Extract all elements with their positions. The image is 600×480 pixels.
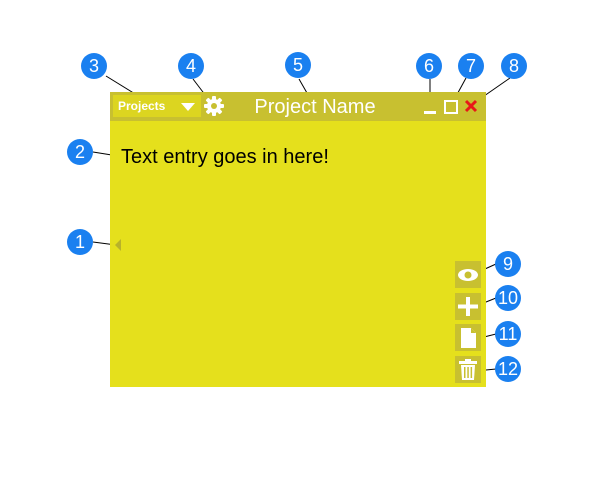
projects-label: Projects bbox=[118, 99, 166, 113]
maximize-icon bbox=[444, 100, 458, 114]
maximize-button[interactable] bbox=[443, 99, 458, 114]
gear-icon[interactable] bbox=[204, 96, 224, 116]
callout-10: 10 bbox=[495, 285, 521, 311]
title-bar[interactable]: Projects Project Name bbox=[110, 92, 486, 121]
collapse-arrow-icon[interactable] bbox=[115, 239, 121, 251]
callout-2: 2 bbox=[67, 139, 93, 165]
callout-8: 8 bbox=[501, 53, 527, 79]
trash-icon bbox=[459, 359, 477, 380]
add-button[interactable] bbox=[455, 293, 481, 320]
document-icon bbox=[461, 328, 476, 348]
callout-7: 7 bbox=[458, 53, 484, 79]
close-button[interactable] bbox=[462, 97, 480, 115]
minimize-icon bbox=[424, 111, 436, 114]
callout-5: 5 bbox=[285, 52, 311, 78]
callout-1: 1 bbox=[67, 229, 93, 255]
close-icon bbox=[464, 99, 478, 113]
text-entry-area[interactable]: Text entry goes in here! bbox=[121, 144, 461, 170]
callout-9: 9 bbox=[495, 251, 521, 277]
eye-icon bbox=[458, 269, 478, 281]
view-button[interactable] bbox=[455, 261, 481, 288]
minimize-button[interactable] bbox=[422, 98, 438, 116]
annotated-mockup: Projects Project Name Text entry goes in… bbox=[0, 0, 600, 480]
note-window: Projects Project Name Text entry goes in… bbox=[110, 92, 486, 387]
delete-button[interactable] bbox=[455, 356, 481, 383]
plus-icon bbox=[458, 297, 478, 316]
callout-12: 12 bbox=[495, 356, 521, 382]
chevron-down-icon bbox=[181, 103, 195, 111]
projects-dropdown[interactable]: Projects bbox=[113, 95, 201, 117]
callout-4: 4 bbox=[178, 53, 204, 79]
callout-6: 6 bbox=[416, 53, 442, 79]
callout-11: 11 bbox=[495, 321, 521, 347]
callout-3: 3 bbox=[81, 53, 107, 79]
project-title: Project Name bbox=[254, 96, 376, 118]
new-document-button[interactable] bbox=[455, 324, 481, 351]
